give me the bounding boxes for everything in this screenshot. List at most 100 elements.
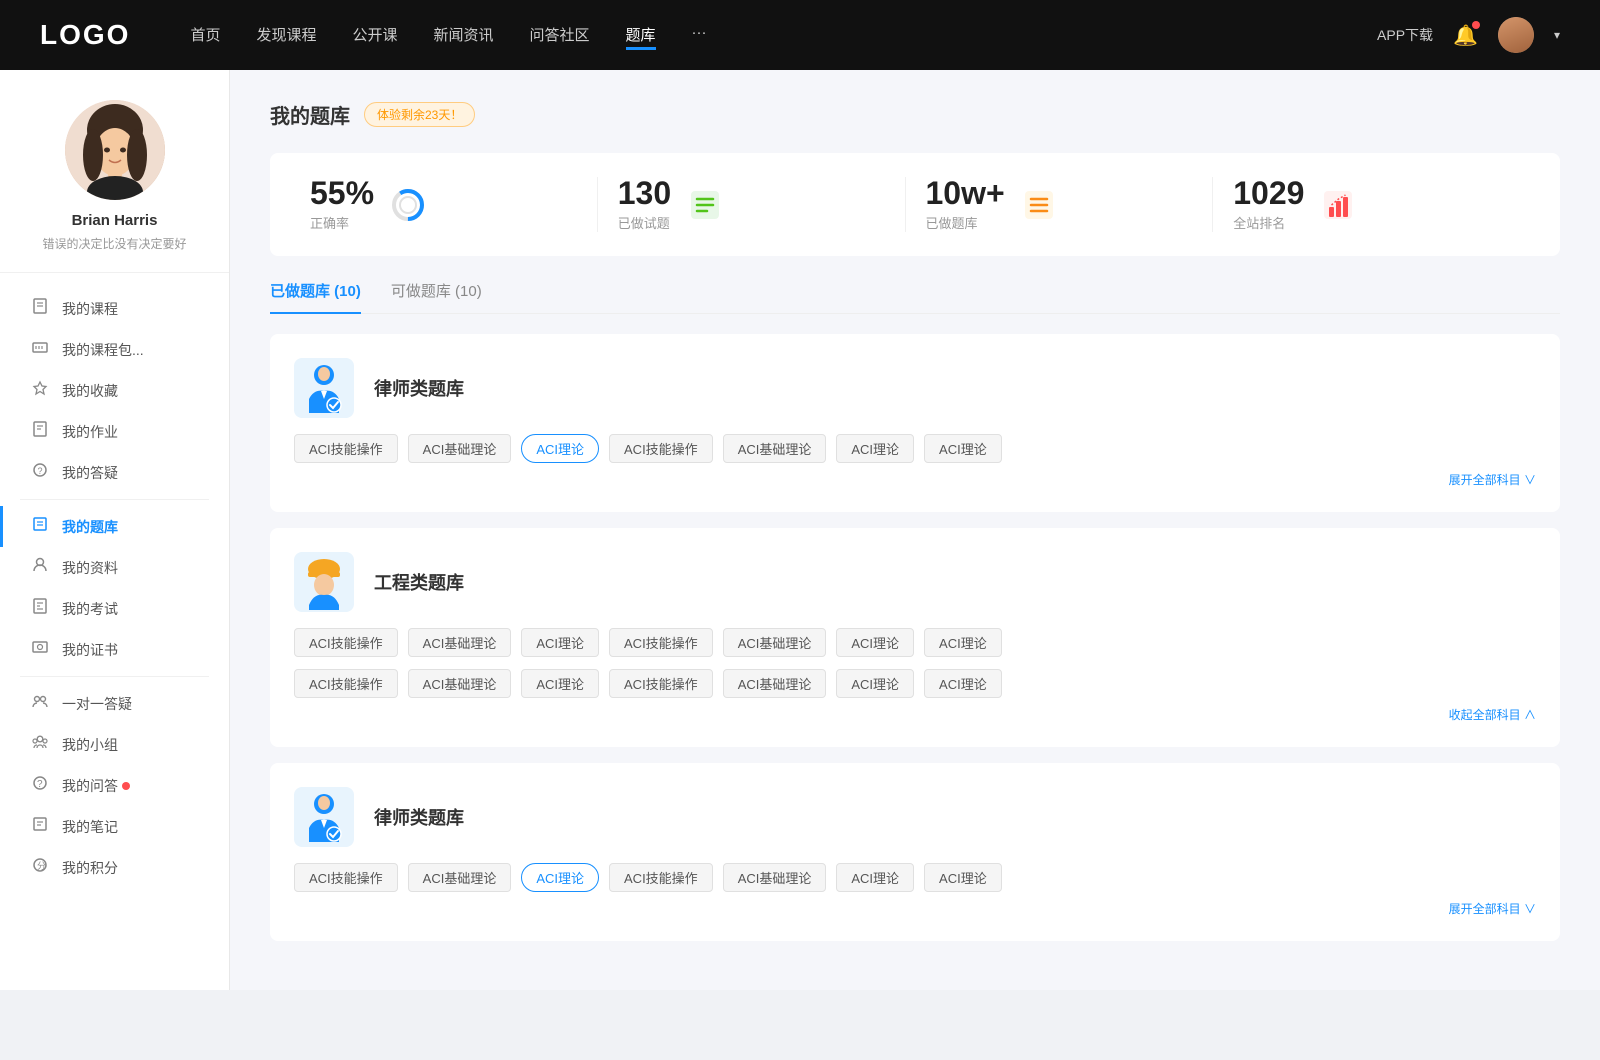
sidebar-item-favorites[interactable]: 我的收藏 <box>0 370 229 411</box>
sidebar-item-certificate[interactable]: 我的证书 <box>0 629 229 670</box>
tag-item[interactable]: ACI理论 <box>836 863 914 892</box>
lawyer-card-icon-2 <box>294 787 354 847</box>
tag-item[interactable]: ACI技能操作 <box>609 628 713 657</box>
tag-item[interactable]: ACI技能操作 <box>294 628 398 657</box>
favorites-icon <box>30 380 50 401</box>
exam-icon <box>30 598 50 619</box>
certificate-icon <box>30 639 50 660</box>
sidebar-label: 我的小组 <box>62 735 118 755</box>
stat-value-done-b: 10w+ <box>926 177 1005 209</box>
navbar: LOGO 首页 发现课程 公开课 新闻资讯 问答社区 题库 ··· APP下载 … <box>0 0 1600 70</box>
user-avatar[interactable] <box>1498 17 1534 53</box>
expand-link-lawyer-2[interactable]: 展开全部科目 ∨ <box>294 900 1536 917</box>
tag-item[interactable]: ACI技能操作 <box>609 863 713 892</box>
sidebar-label: 我的作业 <box>62 422 118 442</box>
tag-item[interactable]: ACI基础理论 <box>723 863 827 892</box>
tag-item[interactable]: ACI技能操作 <box>294 434 398 463</box>
collapse-link-engineer[interactable]: 收起全部科目 ∧ <box>294 706 1536 723</box>
card-engineer: 工程类题库 ACI技能操作 ACI基础理论 ACI理论 ACI技能操作 ACI基… <box>270 528 1560 747</box>
tags-row-lawyer-2: ACI技能操作 ACI基础理论 ACI理论 ACI技能操作 ACI基础理论 AC… <box>294 863 1536 892</box>
profile-dropdown-arrow[interactable]: ▾ <box>1554 28 1560 42</box>
tag-item[interactable]: ACI技能操作 <box>609 434 713 463</box>
sidebar-item-my-qa[interactable]: ? 我的问答 <box>0 765 229 806</box>
stat-label-rank: 全站排名 <box>1233 213 1304 232</box>
sidebar-label: 我的考试 <box>62 599 118 619</box>
stat-done-banks: 10w+ 已做题库 <box>906 177 1214 232</box>
tag-item[interactable]: ACI理论 <box>521 628 599 657</box>
tag-item[interactable]: ACI理论 <box>836 434 914 463</box>
sidebar-item-profile[interactable]: 我的资料 <box>0 547 229 588</box>
expand-link-lawyer-1[interactable]: 展开全部科目 ∨ <box>294 471 1536 488</box>
course-package-icon <box>30 339 50 360</box>
card-lawyer-2: 律师类题库 ACI技能操作 ACI基础理论 ACI理论 ACI技能操作 ACI基… <box>270 763 1560 941</box>
tag-item[interactable]: ACI理论 <box>836 669 914 698</box>
stat-ranking: 1029 全站排名 <box>1213 177 1520 232</box>
stat-label-done-q: 已做试题 <box>618 213 671 232</box>
sidebar-item-exam[interactable]: 我的考试 <box>0 588 229 629</box>
profile-motto: 错误的决定比没有决定要好 <box>22 235 206 252</box>
tag-item[interactable]: ACI理论 <box>836 628 914 657</box>
svg-text:?: ? <box>38 466 43 476</box>
sidebar-item-my-courses[interactable]: 我的课程 <box>0 288 229 329</box>
tag-item[interactable]: ACI理论 <box>924 863 1002 892</box>
tag-item[interactable]: ACI理论 <box>924 628 1002 657</box>
nav-open[interactable]: 公开课 <box>352 20 397 50</box>
tab-done-banks[interactable]: 已做题库 (10) <box>270 280 361 313</box>
tag-item[interactable]: ACI基础理论 <box>723 628 827 657</box>
tag-item[interactable]: ACI基础理论 <box>723 434 827 463</box>
sidebar-label: 我的课程包... <box>62 340 144 360</box>
sidebar-label: 我的证书 <box>62 640 118 660</box>
profile-name: Brian Harris <box>72 212 158 229</box>
sidebar-item-notes[interactable]: 我的笔记 <box>0 806 229 847</box>
done-questions-icon <box>685 185 725 225</box>
tag-item[interactable]: ACI技能操作 <box>294 863 398 892</box>
engineer-card-icon <box>294 552 354 612</box>
nav-news[interactable]: 新闻资讯 <box>434 20 494 50</box>
nav-more[interactable]: ··· <box>692 20 707 50</box>
points-icon: 分 <box>30 857 50 878</box>
sidebar-item-questions[interactable]: ? 我的答疑 <box>0 452 229 493</box>
stats-row: 55% 正确率 130 已做试题 <box>270 153 1560 256</box>
nav-right: APP下载 🔔 ▾ <box>1377 17 1560 53</box>
sidebar-label: 我的问答 <box>62 776 118 796</box>
sidebar: Brian Harris 错误的决定比没有决定要好 我的课程 我的课程包... <box>0 70 230 990</box>
tag-item[interactable]: ACI理论 <box>924 669 1002 698</box>
nav-question-bank[interactable]: 题库 <box>626 20 656 50</box>
tag-item[interactable]: ACI理论 <box>924 434 1002 463</box>
card-title-lawyer-1: 律师类题库 <box>374 375 464 401</box>
nav-discover[interactable]: 发现课程 <box>256 20 316 50</box>
lawyer-card-icon-1 <box>294 358 354 418</box>
main-content: 我的题库 体验剩余23天！ 55% 正确率 <box>230 70 1600 990</box>
sidebar-item-points[interactable]: 分 我的积分 <box>0 847 229 888</box>
app-download-button[interactable]: APP下载 <box>1377 25 1433 45</box>
tag-item-active[interactable]: ACI理论 <box>521 863 599 892</box>
sidebar-item-group[interactable]: 我的小组 <box>0 724 229 765</box>
tags-row-engineer-2: ACI技能操作 ACI基础理论 ACI理论 ACI技能操作 ACI基础理论 AC… <box>294 669 1536 698</box>
tag-item[interactable]: ACI技能操作 <box>294 669 398 698</box>
tag-item[interactable]: ACI基础理论 <box>723 669 827 698</box>
sidebar-item-one-on-one[interactable]: 一对一答疑 <box>0 683 229 724</box>
profile-icon <box>30 557 50 578</box>
tag-item[interactable]: ACI基础理论 <box>408 669 512 698</box>
sidebar-label: 我的笔记 <box>62 817 118 837</box>
page-wrapper: Brian Harris 错误的决定比没有决定要好 我的课程 我的课程包... <box>0 70 1600 990</box>
questions-icon: ? <box>30 462 50 483</box>
card-title-engineer: 工程类题库 <box>374 569 464 595</box>
tag-item-active[interactable]: ACI理论 <box>521 434 599 463</box>
notification-bell[interactable]: 🔔 <box>1453 23 1478 48</box>
tag-item[interactable]: ACI基础理论 <box>408 434 512 463</box>
profile-avatar <box>65 100 165 200</box>
stat-done-questions: 130 已做试题 <box>598 177 906 232</box>
tag-item[interactable]: ACI理论 <box>521 669 599 698</box>
sidebar-label: 我的答疑 <box>62 463 118 483</box>
card-lawyer-1: 律师类题库 ACI技能操作 ACI基础理论 ACI理论 ACI技能操作 ACI基… <box>270 334 1560 512</box>
sidebar-item-homework[interactable]: 我的作业 <box>0 411 229 452</box>
nav-qa[interactable]: 问答社区 <box>530 20 590 50</box>
tag-item[interactable]: ACI基础理论 <box>408 863 512 892</box>
tag-item[interactable]: ACI技能操作 <box>609 669 713 698</box>
tab-available-banks[interactable]: 可做题库 (10) <box>391 280 482 313</box>
sidebar-item-question-bank[interactable]: 我的题库 <box>0 506 229 547</box>
nav-home[interactable]: 首页 <box>190 20 220 50</box>
tag-item[interactable]: ACI基础理论 <box>408 628 512 657</box>
sidebar-item-course-package[interactable]: 我的课程包... <box>0 329 229 370</box>
